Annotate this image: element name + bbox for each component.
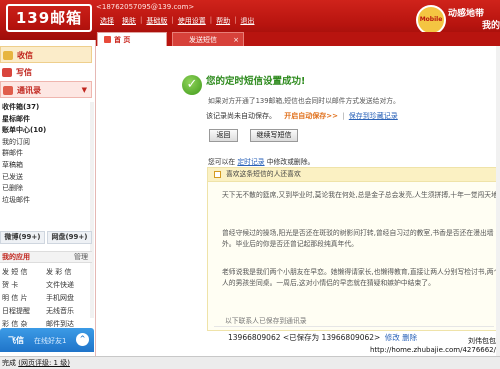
watermark-line-1: 刘伟包包 [468,337,496,345]
main-scrollbar[interactable] [496,46,500,356]
sidebar-write-label: 写信 [16,68,32,77]
139mail-logo[interactable]: 139邮箱 [6,4,92,32]
my-apps-title: 我的应用 [2,253,30,261]
account-address: <18762057095@139.com> [96,3,195,11]
folder-sent[interactable]: 已发送 [2,172,92,184]
nav-logout[interactable]: 退出 [236,16,258,26]
auto-save-line: 该记录尚未自动保存。 开启自动保存>> | 保存到珍藏记录 [206,111,398,121]
chevron-down-icon[interactable]: ▼ [82,82,87,99]
folder-subscriptions[interactable]: 我的订阅 [2,137,92,149]
feixin-status: 在线好友1 [34,337,67,345]
sidebar-inbox-label: 收信 [17,51,33,60]
save-to-favorites-link[interactable]: 保存到珍藏记录 [349,112,398,120]
sms-description: 如果对方开通了139邮箱,短信也会同时以邮件方式发送给对方。 [208,97,400,105]
saved-contacts-label: 以下联系人已保存到通讯录 [225,317,307,325]
status-done-label: 完成 [2,359,16,367]
folder-list: 收件箱(37) 星标邮件 账单中心(10) 我的订阅 群邮件 草稿箱 已发送 已… [2,102,92,206]
continue-writing-button[interactable]: 继续写短信 [250,129,298,142]
my-apps-grid: 发 短 信 发 彩 信 贺 卡 文件快递 明 信 片 手机网盘 日程提醒 无线音… [2,267,90,330]
chevron-up-icon[interactable]: ^ [76,333,89,346]
watermark-line-2: http://home.zhubajie.com/4276662/ [369,346,496,354]
contact-saved-as: <已保存为 13966809062> [282,333,381,342]
tab-send-sms-label: 发送短信 [189,36,217,44]
recommended-sms-panel: 喜欢这条短信的人还喜欢 天下无不散的筵席,又到毕业时,莫论我在何处,总是金子总会… [207,167,500,331]
auto-save-status: 该记录尚未自动保存。 [206,112,276,120]
nav-help[interactable]: 帮助 [212,16,234,26]
success-check-icon: ✓ [182,75,202,95]
nav-skin[interactable]: 换肤 [118,16,140,26]
contact-number: 13966809062 [228,333,281,342]
sidebar-write-button[interactable]: 写信 [0,64,92,81]
slogan-line-2: 我的 [481,21,500,31]
enable-auto-save-link[interactable]: 开启自动保存>> [284,112,338,120]
feixin-label: 飞信 [8,336,24,345]
scheduled-records-link[interactable]: 定时记录 [237,158,264,166]
recommended-header: 喜欢这条短信的人还喜欢 [208,168,499,182]
folder-starred[interactable]: 星标邮件 [2,114,92,126]
recommended-sms-1[interactable]: 天下无不散的筵席,又到毕业时,莫论我在何处,总是金子总会发亮,人生须拼搏,十年一… [222,190,500,201]
folder-spam[interactable]: 垃圾邮件 [2,195,92,207]
page-rating-link[interactable]: (网页评级: 1 级) [18,359,70,367]
mzone-mascot-icon: Mobile [416,5,446,35]
back-button[interactable]: 返回 [209,129,238,142]
sidebar-contacts-button[interactable]: 通讯录 ▼ [0,81,92,98]
my-apps-header: 我的应用 管理 [0,251,92,263]
recommended-sms-3[interactable]: 老师说我是我们两个小朋友在早恋。她懒得请家长,也懒得教育,直接让两人分别写检讨书… [222,267,500,289]
tab-home-label: 首 页 [114,36,131,44]
mzone-slogan: 动感地带 我的 [448,8,500,32]
sidebar-inbox-button[interactable]: 收信 [0,46,92,63]
edit-hint: 您可以在 定时记录 中修改或删除。 [208,156,314,166]
hint-suffix: 中修改或删除。 [266,158,315,166]
app-mobile-disk[interactable]: 手机网盘 [46,293,90,304]
weibo-button[interactable]: 微博(99+) [0,231,45,244]
pencil-icon [2,68,12,77]
my-apps-manage-link[interactable]: 管理 [74,252,88,263]
recommended-sms-2[interactable]: 曾经守候过的操场,阳光是否还在斑驳的树影间打转,曾经自习过的教室,书香是否还在漫… [222,228,500,250]
recommended-header-label: 喜欢这条短信的人还喜欢 [226,170,301,178]
app-send-mms[interactable]: 发 彩 信 [46,267,90,278]
inbox-icon [3,51,13,60]
app-postcard[interactable]: 明 信 片 [2,293,46,304]
close-icon[interactable]: × [233,33,239,47]
watermark: 刘伟包包 http://home.zhubajie.com/4276662/ [370,337,496,355]
folder-inbox[interactable]: 收件箱(37) [2,102,92,114]
nav-settings[interactable]: 使用设置 [174,16,210,26]
app-send-sms[interactable]: 发 短 信 [2,267,46,278]
browser-status-bar: 完成 (网页评级: 1 级) [0,356,500,369]
weibo-disk-row: 微博(99+) 网盘(99+) [0,231,92,244]
sidebar: 收信 写信 通讯录 ▼ 收件箱(37) 星标邮件 账单中心(10) 我的订阅 群… [0,40,96,356]
top-nav: 选择 换肤 | 基础版 | 使用设置 | 帮助 | 退出 [96,16,258,26]
folder-deleted[interactable]: 已删除 [2,183,92,195]
network-disk-button[interactable]: 网盘(99+) [47,231,92,244]
nav-basic-version[interactable]: 基础版 [142,16,171,26]
folder-bills[interactable]: 账单中心(10) [2,125,92,137]
status-done: 完成 (网页评级: 1 级) [2,357,70,369]
contacts-icon [3,86,13,95]
app-file-express[interactable]: 文件快递 [46,280,90,291]
slogan-line-1: 动感地带 [448,9,485,19]
nav-select[interactable]: 选择 [96,16,118,26]
hint-prefix: 您可以在 [208,158,236,166]
home-icon [104,36,111,43]
feixin-bar[interactable]: 飞信 在线好友1 ^ [0,328,94,352]
separator: | [342,112,345,120]
tab-send-sms[interactable]: 发送短信 × [172,32,244,46]
success-title: 您的定时短信设置成功! [206,76,306,87]
app-greeting-card[interactable]: 贺 卡 [2,280,46,291]
app-reminder[interactable]: 日程提醒 [2,306,46,317]
edit-icon [214,171,221,178]
app-wireless-music[interactable]: 无线音乐 [46,306,90,317]
sidebar-contacts-label: 通讯录 [17,86,41,95]
folder-group-mail[interactable]: 群邮件 [2,148,92,160]
folder-drafts[interactable]: 草稿箱 [2,160,92,172]
sidebar-scrollbar[interactable] [90,102,94,318]
tab-home[interactable]: 首 页 [97,32,167,46]
